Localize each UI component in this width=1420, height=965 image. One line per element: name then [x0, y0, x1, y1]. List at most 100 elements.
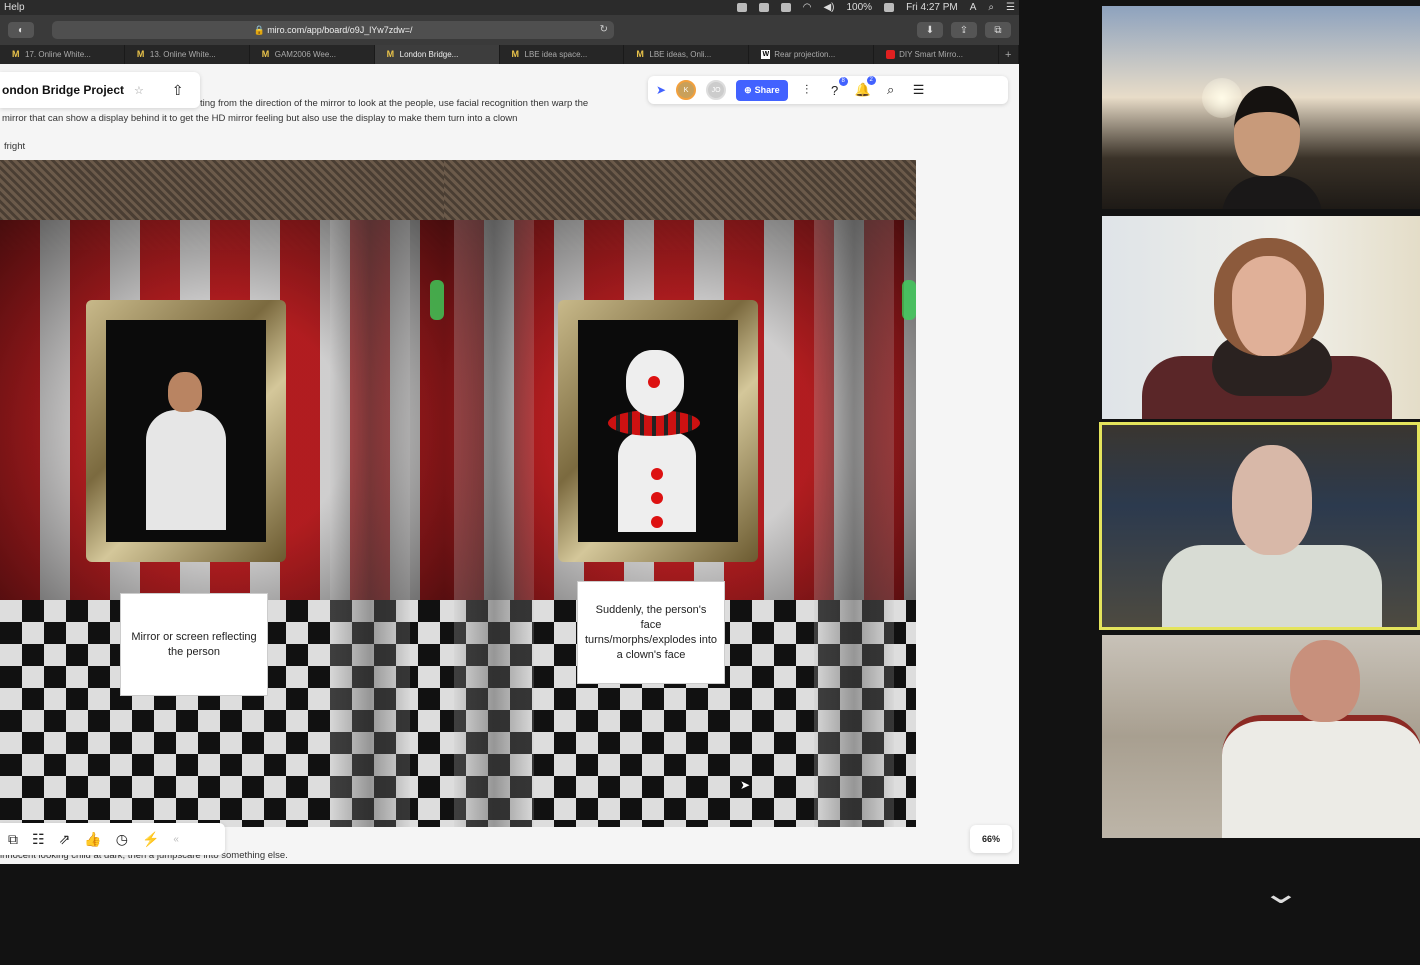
timer-icon[interactable]: ◷: [116, 831, 128, 848]
star-icon[interactable]: ☆: [134, 84, 144, 97]
board-outline-icon[interactable]: ☷: [32, 831, 45, 848]
sticky-text: Suddenly, the person's face turns/morphs…: [584, 603, 718, 661]
participant-tile-2[interactable]: [1102, 216, 1420, 419]
share-button[interactable]: ⊕ Share: [736, 79, 788, 101]
mirror-concept-image[interactable]: Mirror or screen reflecting the person S…: [0, 160, 916, 827]
tab-17-online-white[interactable]: M 17. Online White...: [0, 45, 125, 64]
export-icon[interactable]: ⇧: [172, 82, 184, 99]
avatar[interactable]: K: [676, 80, 697, 100]
participant-tile-1[interactable]: [1102, 6, 1420, 209]
tabs-overview-icon[interactable]: ⧉: [985, 22, 1011, 38]
tab-label: 17. Online White...: [25, 50, 91, 59]
plastic-curtain: [330, 220, 410, 827]
vote-icon[interactable]: 👍: [84, 831, 101, 848]
wifi-icon[interactable]: ◠: [803, 2, 812, 13]
participant-tile-3-active-speaker[interactable]: [1099, 422, 1420, 630]
sticky-note-reflection[interactable]: Mirror or screen reflecting the person: [120, 593, 268, 696]
settings-sliders-icon[interactable]: ⫶: [798, 82, 816, 98]
notes-panel-icon[interactable]: ☰: [910, 82, 928, 98]
green-light: [902, 280, 916, 320]
miro-board[interactable]: ting from the direction of the mirror to…: [0, 64, 1019, 864]
control-center-icon[interactable]: ☰: [1006, 2, 1015, 13]
reload-icon[interactable]: ↻: [600, 24, 608, 35]
screen: Help ◠ ◀) 100% Fri 4:27 PM A ⌕ ☰ ◐ 🔒 mir…: [0, 0, 1420, 965]
share-icon[interactable]: ⇪: [951, 22, 977, 38]
avatar[interactable]: JO: [706, 80, 727, 100]
person-head: [168, 372, 202, 412]
note-line-1: ting from the direction of the mirror to…: [200, 98, 589, 109]
participant-head: [1290, 640, 1360, 722]
ornate-frame: [558, 300, 758, 562]
bell-icon[interactable]: 🔔 2: [854, 76, 876, 98]
tab-lbe-ideas[interactable]: M LBE ideas, Onli...: [624, 45, 750, 64]
apps-lightning-icon[interactable]: ⚡: [142, 831, 159, 848]
tab-lbe-idea-space[interactable]: M LBE idea space...: [500, 45, 625, 64]
tab-13-online-white[interactable]: M 13. Online White...: [125, 45, 250, 64]
collapse-chevron-icon[interactable]: «: [173, 834, 179, 845]
note-line-2: mirror that can show a display behind it…: [2, 113, 518, 124]
miro-icon: M: [136, 49, 145, 59]
sticky-text: Mirror or screen reflecting the person: [131, 630, 257, 658]
clown-button: [651, 516, 663, 528]
help-icon[interactable]: ? 8: [826, 76, 848, 98]
participant-head: [1234, 86, 1300, 176]
url-text: miro.com/app/board/o9J_lYw7zdw=/: [267, 25, 413, 35]
menu-bar: Help ◠ ◀) 100% Fri 4:27 PM A ⌕ ☰: [0, 0, 1019, 15]
frames-icon[interactable]: ⧉: [8, 831, 18, 848]
tab-london-bridge[interactable]: M London Bridge...: [374, 45, 500, 64]
address-bar[interactable]: 🔒 miro.com/app/board/o9J_lYw7zdw=/ ↻: [52, 21, 614, 39]
battery-status[interactable]: 100%: [846, 2, 872, 13]
participant-head: [1232, 445, 1312, 555]
person-body: [146, 410, 226, 530]
tab-bar: M 17. Online White... M 13. Online White..…: [0, 45, 1019, 64]
clown-nose: [648, 376, 660, 388]
tab-label: LBE ideas, Onli...: [649, 50, 712, 59]
cursor-follow-icon[interactable]: ➤: [656, 83, 666, 97]
participant-torso: [1222, 715, 1420, 838]
lock-icon: 🔒: [253, 24, 268, 35]
input-source[interactable]: A: [970, 2, 977, 13]
plastic-curtain: [814, 220, 894, 827]
mirror: [106, 320, 266, 542]
presentation-icon[interactable]: ⇗: [59, 831, 71, 848]
tab-gam2006[interactable]: M GAM2006 Wee...: [250, 45, 375, 64]
share-label: Share: [754, 85, 780, 95]
new-tab-button[interactable]: +: [999, 45, 1019, 64]
plastic-curtain: [454, 220, 534, 827]
spotlight-icon[interactable]: ⌕: [988, 2, 994, 13]
note-line-3: fright: [4, 141, 26, 152]
icloud-icon[interactable]: [758, 3, 769, 12]
tab-rear-projection[interactable]: W Rear projection...: [749, 45, 875, 64]
clown-button: [651, 492, 663, 504]
board-title[interactable]: ondon Bridge Project: [2, 83, 124, 97]
bluetooth-icon[interactable]: [780, 3, 791, 12]
scene-before: [0, 160, 444, 827]
toolbar-right: ⬇ ⇪ ⧉: [917, 22, 1011, 38]
tab-diy-smart-mirror[interactable]: DIY Smart Mirro...: [874, 45, 999, 64]
menu-help[interactable]: Help: [4, 2, 25, 13]
globe-icon: ⊕: [744, 84, 752, 95]
volume-icon[interactable]: ◀): [823, 2, 834, 13]
chevron-down-icon[interactable]: ⌄: [1243, 879, 1320, 910]
miro-icon: M: [261, 49, 270, 59]
downloads-icon[interactable]: ⬇: [917, 22, 943, 38]
zoom-level[interactable]: 66%: [970, 825, 1012, 853]
privacy-shield-icon[interactable]: ◐: [8, 22, 34, 38]
video-call-gallery: ⌄: [1019, 0, 1420, 965]
miro-icon: M: [12, 49, 20, 59]
board-title-bar: ondon Bridge Project ☆ ⇧: [0, 72, 200, 108]
battery-icon[interactable]: [884, 3, 895, 12]
sticky-note-clown[interactable]: Suddenly, the person's face turns/morphs…: [577, 581, 725, 684]
tab-label: DIY Smart Mirro...: [899, 50, 963, 59]
scene-after: [444, 160, 916, 827]
browser-toolbar: ◐ 🔒 miro.com/app/board/o9J_lYw7zdw=/ ↻ ⬇…: [0, 15, 1019, 45]
ornate-frame: [86, 300, 286, 562]
participant-tile-4[interactable]: [1102, 635, 1420, 838]
tab-label: GAM2006 Wee...: [274, 50, 336, 59]
search-icon[interactable]: ⌕: [882, 82, 900, 98]
board-top-toolbar: ➤ K JO ⊕ Share ⫶ ? 8 🔔 2 ⌕ ☰: [648, 76, 1008, 104]
tab-label: Rear projection...: [774, 50, 836, 59]
creative-cloud-icon[interactable]: [736, 3, 747, 12]
mouse-pointer-icon: ➤: [740, 778, 751, 792]
clock[interactable]: Fri 4:27 PM: [906, 2, 958, 13]
